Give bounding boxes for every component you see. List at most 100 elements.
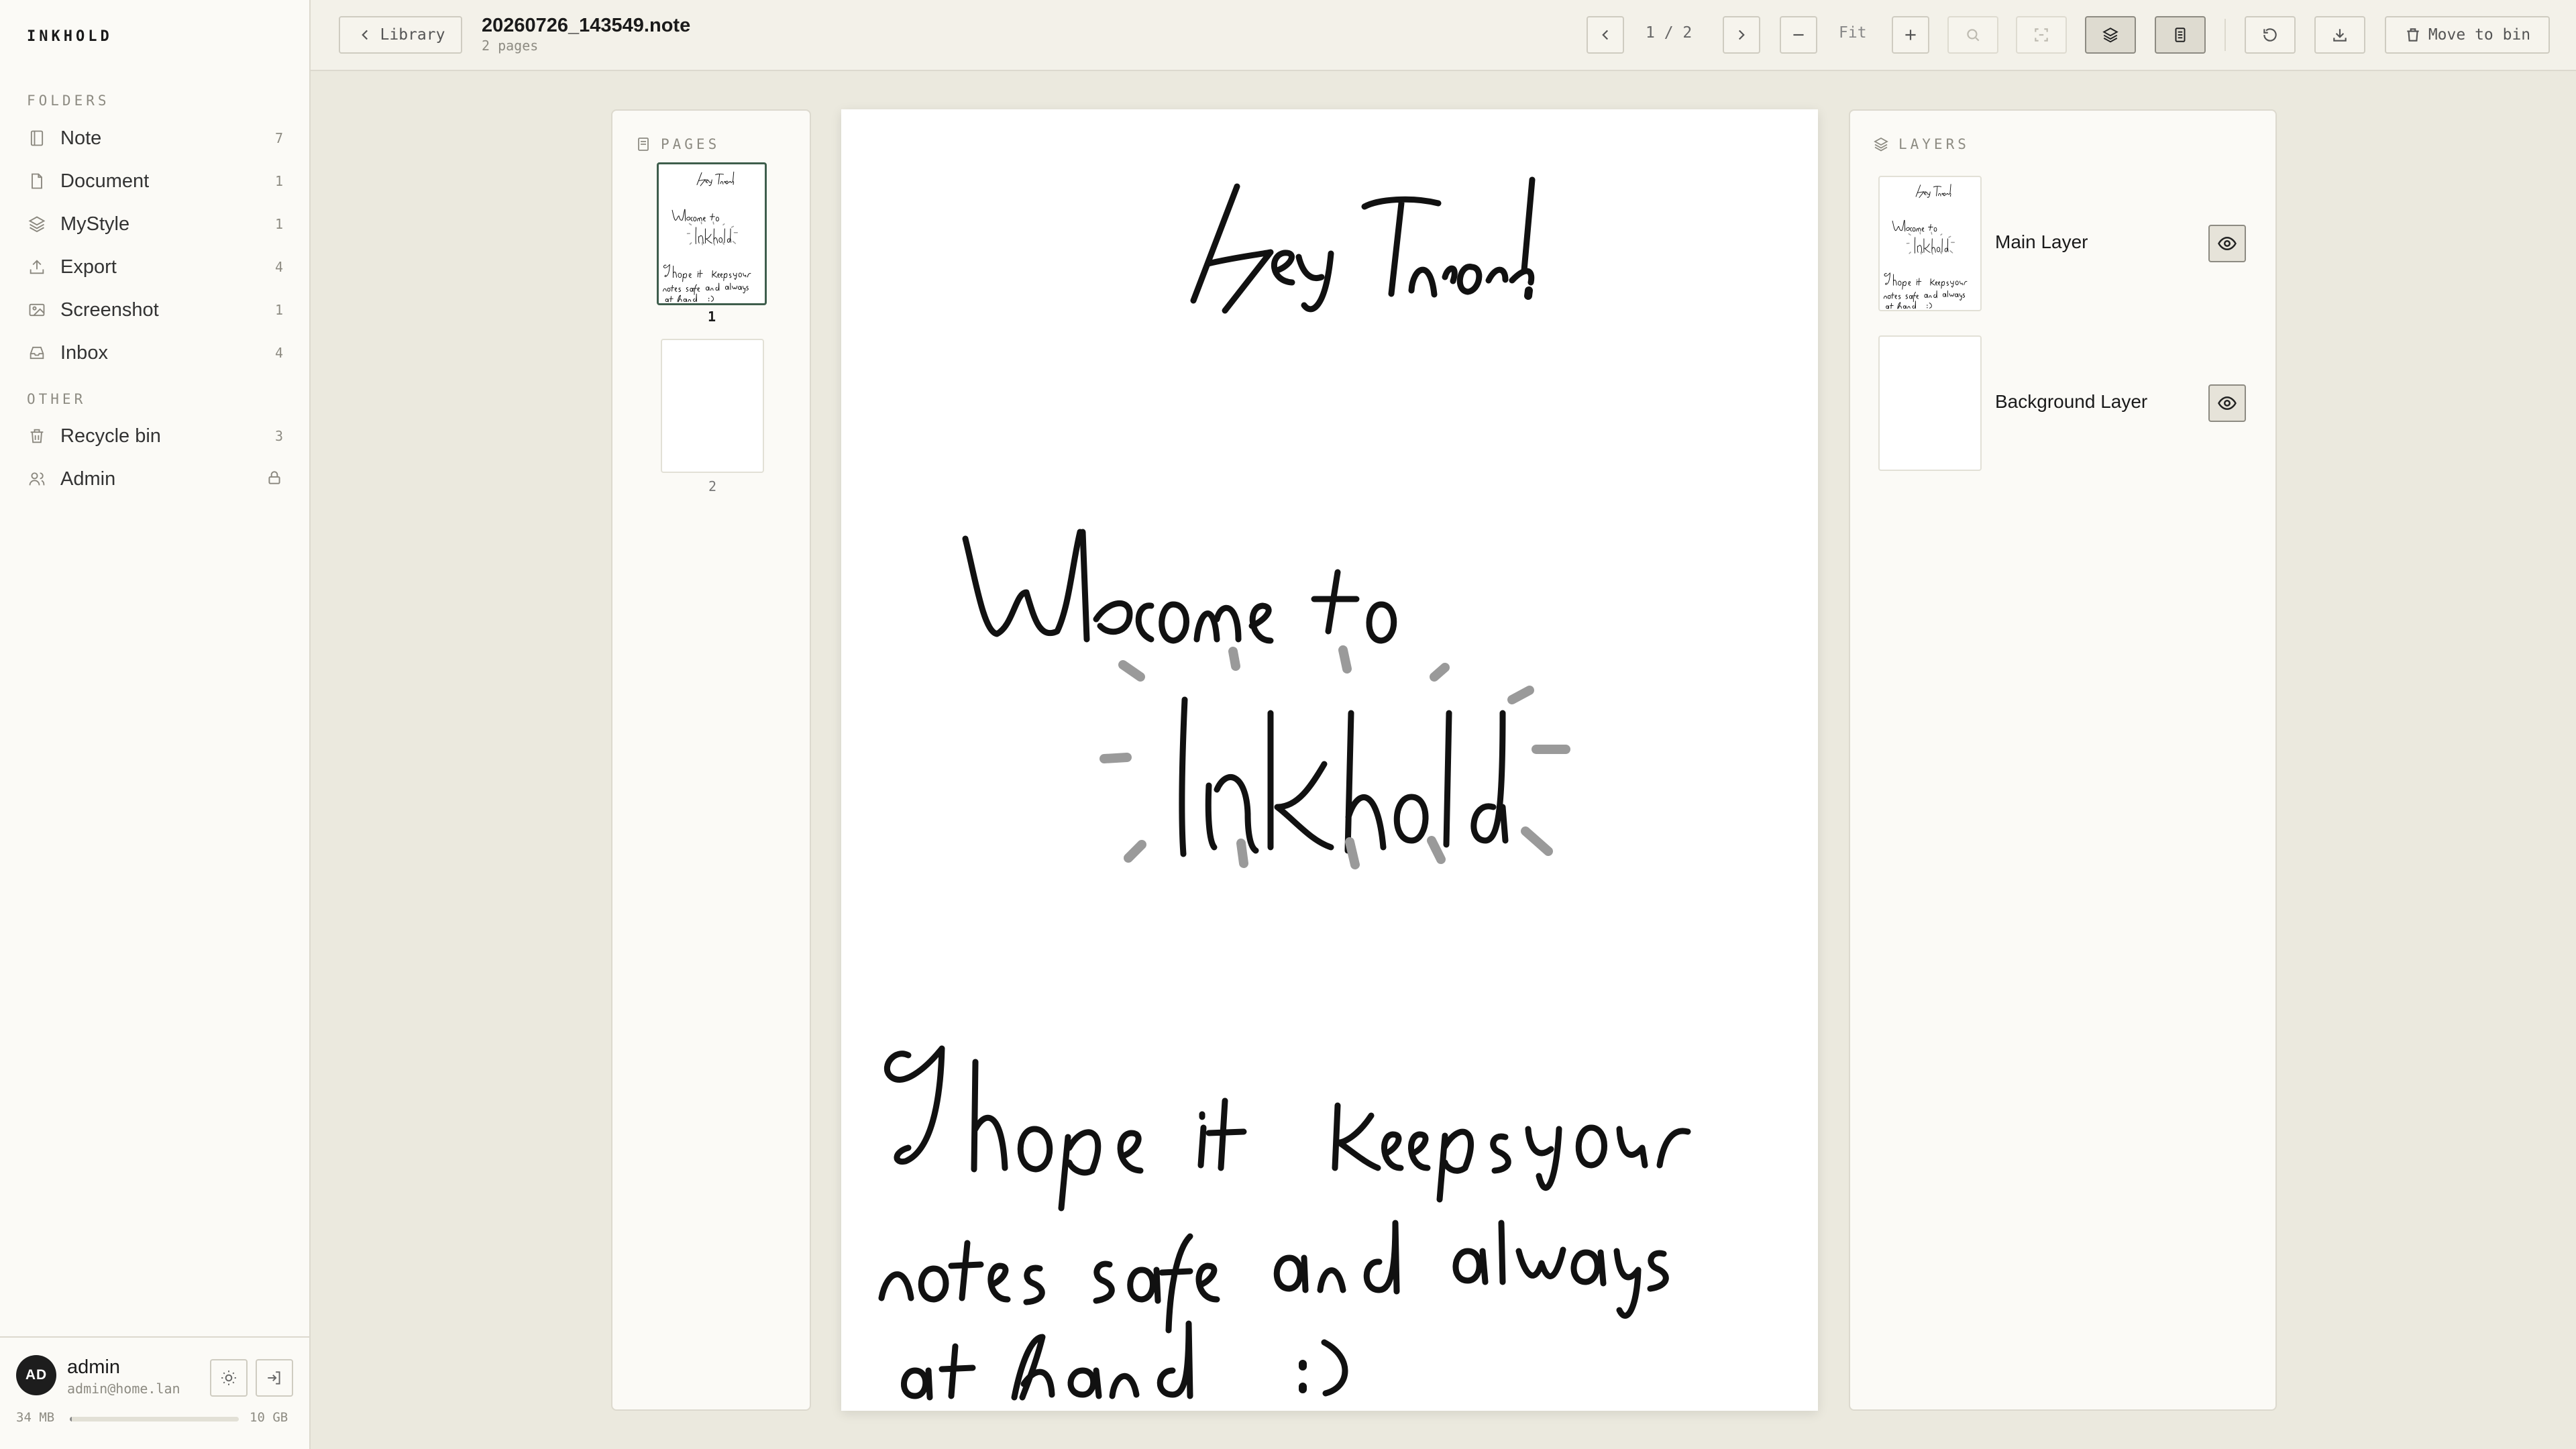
previous-page-button[interactable] [1587, 16, 1624, 54]
layers-panel-title: LAYERS [1873, 136, 1970, 152]
pages-panel-label: PAGES [661, 136, 720, 152]
sidebar-item-count: 1 [274, 302, 283, 318]
trash-icon [27, 426, 47, 446]
sidebar-item-label: MyStyle [60, 213, 130, 235]
zoom-in-button[interactable] [1892, 16, 1929, 54]
sidebar-item-count: 1 [274, 173, 283, 189]
storage-total: 10 GB [250, 1410, 288, 1425]
note-canvas[interactable] [841, 109, 1818, 1411]
layer-name: Main Layer [1995, 231, 2088, 252]
chevron-right-icon [1733, 26, 1750, 44]
layer-name: Background Layer [1995, 391, 2148, 412]
storage-used: 34 MB [16, 1410, 55, 1425]
upload-icon [27, 257, 47, 277]
user-email: admin@home.lan [67, 1381, 180, 1397]
layers-panel-label: LAYERS [1898, 136, 1970, 152]
sidebar-item-label: Admin [60, 468, 116, 490]
layer-thumbnail-background[interactable] [1878, 335, 1982, 471]
sidebar-item-count: 7 [274, 130, 283, 146]
back-to-library-button[interactable]: Library [339, 16, 462, 54]
document-icon [27, 171, 47, 191]
chevron-left-icon [356, 26, 374, 44]
layers-icon [1873, 136, 1898, 152]
sidebar-item-label: Export [60, 256, 117, 278]
layers-icon [27, 214, 47, 234]
sidebar-item-export[interactable]: Export 4 [27, 248, 283, 286]
page-count: 2 pages [482, 38, 539, 54]
toggle-pages-button[interactable] [2155, 16, 2206, 54]
toggle-layer-visibility-button[interactable] [2208, 384, 2246, 422]
toolbar-divider [2224, 19, 2226, 51]
toolbar: Library 20260726_143549.note 2 pages 1 /… [311, 0, 2576, 71]
sidebar-item-count: 1 [274, 216, 283, 232]
sidebar-item-recycle-bin[interactable]: Recycle bin 3 [27, 417, 283, 455]
zoom-out-button[interactable] [1780, 16, 1817, 54]
text-recognition-button[interactable] [2016, 16, 2067, 54]
eye-icon [2217, 393, 2237, 413]
storage-bar [70, 1417, 239, 1421]
back-button-label: Library [380, 26, 445, 44]
trash-icon [2404, 26, 2422, 44]
pages-icon [635, 136, 661, 152]
logout-icon [266, 1369, 283, 1387]
layers-panel: LAYERS Main Layer Background Layer [1849, 109, 2277, 1411]
sidebar: INKHOLD FOLDERS Note 7 Document 1 MyStyl… [0, 0, 311, 1449]
page-indicator: 1 / 2 [1646, 24, 1693, 42]
app-logo: INKHOLD [27, 28, 113, 45]
next-page-button[interactable] [1723, 16, 1760, 54]
search-icon [1964, 26, 1982, 44]
toggle-layer-visibility-button[interactable] [2208, 225, 2246, 262]
layer-thumbnail-drawing [1883, 183, 1968, 309]
notebook-icon [27, 128, 47, 148]
sidebar-item-admin[interactable]: Admin [27, 460, 283, 498]
avatar: AD [16, 1355, 56, 1395]
refresh-button[interactable] [2245, 16, 2296, 54]
sidebar-item-document[interactable]: Document 1 [27, 162, 283, 200]
move-to-bin-label: Move to bin [2428, 26, 2531, 44]
eye-icon [2217, 233, 2237, 254]
pages-panel: PAGES 1 2 [611, 109, 811, 1411]
sidebar-item-label: Screenshot [60, 299, 159, 321]
user-panel: AD admin admin@home.lan 34 MB 10 GB [0, 1336, 311, 1449]
sidebar-item-mystyle[interactable]: MyStyle 1 [27, 205, 283, 243]
sidebar-item-label: Note [60, 127, 102, 149]
sidebar-item-count: 3 [274, 428, 283, 444]
page-thumbnail-1[interactable] [657, 162, 767, 305]
toggle-layers-button[interactable] [2085, 16, 2136, 54]
download-button[interactable] [2314, 16, 2365, 54]
logout-button[interactable] [256, 1359, 293, 1397]
pages-panel-title: PAGES [635, 136, 720, 152]
users-icon [27, 469, 47, 489]
sidebar-item-label: Recycle bin [60, 425, 161, 447]
user-name: admin [67, 1356, 120, 1378]
other-section-label: OTHER [27, 391, 87, 407]
theme-toggle-button[interactable] [210, 1359, 248, 1397]
plus-icon [1902, 26, 1919, 44]
inbox-icon [27, 343, 47, 363]
page-number: 1 [707, 309, 716, 325]
sidebar-item-label: Document [60, 170, 150, 192]
sidebar-item-screenshot[interactable]: Screenshot 1 [27, 291, 283, 329]
minus-icon [1790, 26, 1807, 44]
folders-section-label: FOLDERS [27, 93, 110, 109]
search-button[interactable] [1947, 16, 1998, 54]
sidebar-item-count: 4 [274, 259, 283, 275]
image-icon [27, 300, 47, 320]
layer-thumbnail-main[interactable] [1878, 176, 1982, 311]
lock-icon [266, 469, 283, 490]
chevron-left-icon [1597, 26, 1614, 44]
sidebar-item-note[interactable]: Note 7 [27, 119, 283, 157]
sidebar-item-count: 4 [274, 345, 283, 361]
zoom-level[interactable]: Fit [1839, 24, 1867, 42]
storage-bar-fill [70, 1417, 72, 1421]
handwritten-note [841, 109, 1818, 1411]
file-name: 20260726_143549.note [482, 15, 691, 36]
refresh-icon [2261, 26, 2279, 44]
sidebar-item-label: Inbox [60, 341, 108, 364]
pages-icon [2171, 26, 2189, 44]
page-thumbnail-2[interactable] [661, 339, 764, 473]
sidebar-item-inbox[interactable]: Inbox 4 [27, 334, 283, 372]
layers-icon [2102, 26, 2119, 44]
sun-icon [220, 1369, 237, 1387]
move-to-bin-button[interactable]: Move to bin [2385, 16, 2550, 54]
